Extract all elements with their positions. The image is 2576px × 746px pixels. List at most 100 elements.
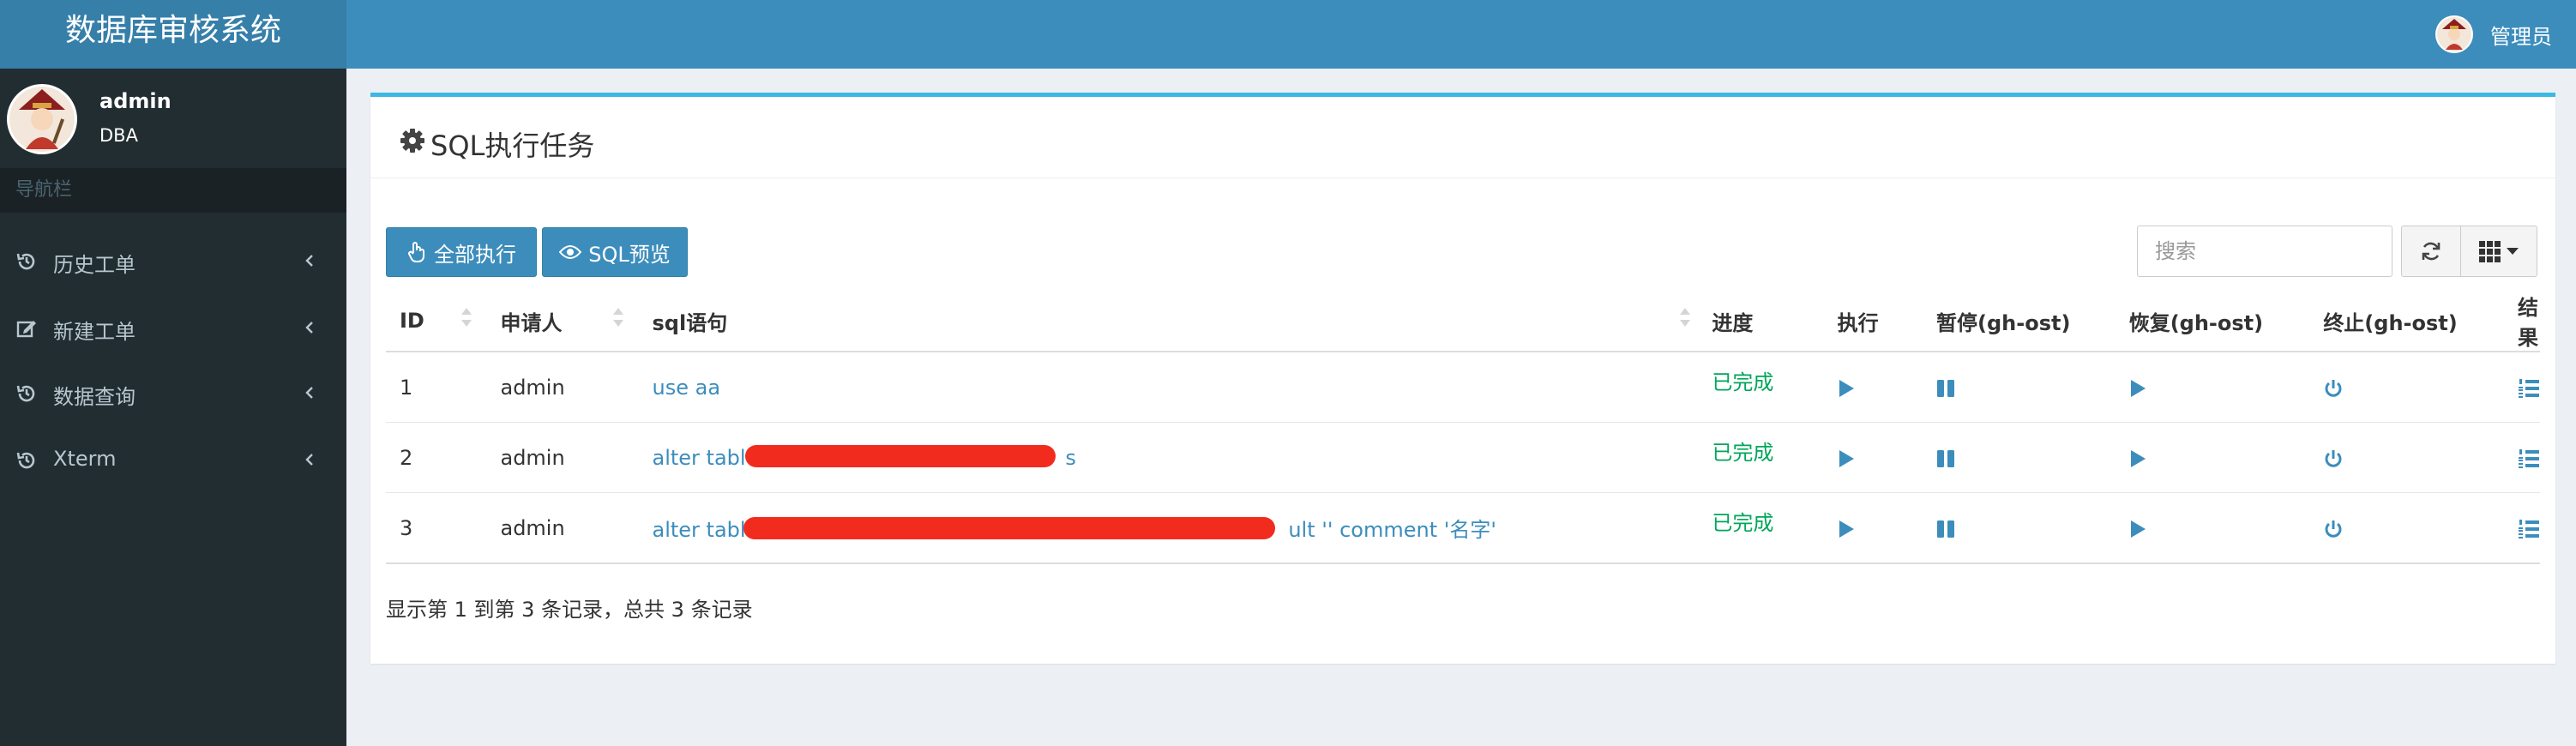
column-header-execute: 执行 xyxy=(1823,291,1923,352)
column-header-resume: 恢复(gh-ost) xyxy=(2115,291,2310,352)
cell-resume xyxy=(2115,422,2310,493)
top-navbar: 数据库审核系统 管理员 xyxy=(0,0,2576,69)
list-ol-icon[interactable] xyxy=(2518,448,2540,469)
user-avatar[interactable] xyxy=(2435,15,2473,53)
column-header-progress: 进度 xyxy=(1698,291,1824,352)
hand-pointer-icon xyxy=(408,242,424,262)
sidebar-item-label: 新建工单 xyxy=(53,320,135,344)
sort-icon[interactable] xyxy=(461,308,472,328)
cell-execute xyxy=(1823,422,1923,493)
power-icon[interactable] xyxy=(2323,448,2344,469)
search-input[interactable] xyxy=(2137,226,2392,277)
power-icon[interactable] xyxy=(2323,519,2344,539)
table-row: 1 admin use aa 已完成 xyxy=(386,352,2540,423)
status-badge: 已完成 xyxy=(1712,370,1774,394)
status-badge: 已完成 xyxy=(1712,441,1774,465)
panel-header: SQL执行任务 xyxy=(370,97,2555,178)
sidebar-item-label: 历史工单 xyxy=(53,253,135,277)
cell-sql[interactable]: use aa xyxy=(638,352,1699,423)
app-logo-title[interactable]: 数据库审核系统 xyxy=(0,0,346,69)
cell-id: 3 xyxy=(386,492,487,564)
run-all-button[interactable]: 全部执行 xyxy=(386,227,537,277)
history-icon xyxy=(16,253,35,270)
cell-pause xyxy=(1923,492,2116,564)
cell-pause xyxy=(1923,352,2116,423)
profile-role: DBA xyxy=(99,125,138,146)
table-row: 3 admin alter table ult '' comment '名字' 已… xyxy=(386,492,2540,564)
play-icon[interactable] xyxy=(2129,379,2146,398)
chevron-left-icon xyxy=(305,387,313,399)
cell-progress: 已完成 xyxy=(1698,422,1824,493)
cell-pause xyxy=(1923,422,2116,493)
history-icon xyxy=(16,385,35,402)
sidebar-item-label: 数据查询 xyxy=(53,385,135,409)
sql-statement-link[interactable]: alter table s xyxy=(653,444,1076,470)
refresh-button[interactable] xyxy=(2401,226,2461,277)
history-icon xyxy=(16,452,35,469)
cell-resume xyxy=(2115,492,2310,564)
cell-id: 2 xyxy=(386,422,487,493)
play-icon[interactable] xyxy=(1838,379,1855,398)
cell-stop xyxy=(2309,422,2504,493)
cell-progress: 已完成 xyxy=(1698,492,1824,564)
cell-result xyxy=(2504,492,2540,564)
sidebar-item-new-ticket[interactable]: 新建工单 xyxy=(0,295,346,360)
pause-icon[interactable] xyxy=(1936,378,1955,399)
list-ol-icon[interactable] xyxy=(2518,378,2540,399)
user-panel: admin DBA xyxy=(0,69,346,168)
sort-icon[interactable] xyxy=(1679,308,1690,328)
pagination-info: 显示第 1 到第 3 条记录，总共 3 条记录 xyxy=(386,598,753,622)
refresh-icon xyxy=(2422,242,2441,261)
cell-result xyxy=(2504,422,2540,493)
chevron-left-icon xyxy=(305,454,313,466)
column-header-sql[interactable]: sql语句 xyxy=(638,291,1699,352)
list-ol-icon[interactable] xyxy=(2518,519,2540,539)
profile-name: admin xyxy=(99,89,172,113)
cell-sql[interactable]: alter table s xyxy=(638,422,1699,493)
caret-down-icon xyxy=(2507,248,2519,255)
sql-statement-link[interactable]: alter table ult '' comment '名字' xyxy=(653,517,1496,542)
gear-icon xyxy=(400,129,424,153)
table-header-row: ID 申请人 sql语句 进度 执行 暂停(gh-ost) 恢复(gh-ost)… xyxy=(386,291,2540,352)
chevron-left-icon xyxy=(305,322,313,334)
power-icon[interactable] xyxy=(2323,378,2344,399)
cell-sql[interactable]: alter table ult '' comment '名字' xyxy=(638,492,1699,564)
cell-applicant: admin xyxy=(486,352,639,423)
header-username[interactable]: 管理员 xyxy=(2490,20,2552,50)
sidebar-item-history[interactable]: 历史工单 xyxy=(0,228,346,293)
sql-preview-button[interactable]: SQL预览 xyxy=(542,227,688,277)
sidebar-item-label: Xterm xyxy=(53,447,117,471)
cell-stop xyxy=(2309,492,2504,564)
sidebar: admin DBA 导航栏 历史工单 新建工单 数据查询 Xterm xyxy=(0,69,346,746)
chevron-left-icon xyxy=(305,255,313,267)
cell-execute xyxy=(1823,492,1923,564)
sql-preview-label: SQL预览 xyxy=(588,242,671,267)
cell-execute xyxy=(1823,352,1923,423)
cell-resume xyxy=(2115,352,2310,423)
sidebar-item-data-query[interactable]: 数据查询 xyxy=(0,360,346,425)
column-header-id[interactable]: ID xyxy=(386,291,487,352)
sort-icon[interactable] xyxy=(613,308,624,328)
cell-applicant: admin xyxy=(486,492,639,564)
columns-toggle-button[interactable] xyxy=(2460,226,2537,277)
cell-id: 1 xyxy=(386,352,487,423)
play-icon[interactable] xyxy=(2129,449,2146,468)
cell-stop xyxy=(2309,352,2504,423)
play-icon[interactable] xyxy=(1838,520,1855,538)
pause-icon[interactable] xyxy=(1936,448,1955,469)
column-header-applicant[interactable]: 申请人 xyxy=(486,291,639,352)
sidebar-item-xterm[interactable]: Xterm xyxy=(0,427,346,492)
column-header-stop: 终止(gh-ost) xyxy=(2309,291,2504,352)
avatar xyxy=(7,84,77,154)
sql-statement-link[interactable]: use aa xyxy=(653,376,721,400)
column-header-pause: 暂停(gh-ost) xyxy=(1923,291,2116,352)
play-icon[interactable] xyxy=(2129,520,2146,538)
redaction-mark xyxy=(744,444,1056,467)
play-icon[interactable] xyxy=(1838,449,1855,468)
user-menu[interactable]: 管理员 xyxy=(2435,0,2552,69)
page-title: SQL执行任务 xyxy=(430,129,595,162)
sql-task-panel: SQL执行任务 全部执行 SQL预览 搜索 ID 申请人 sql语句 进度 执行… xyxy=(370,93,2555,664)
pause-icon[interactable] xyxy=(1936,519,1955,539)
column-header-result: 结果 xyxy=(2504,291,2540,352)
nav-header: 导航栏 xyxy=(0,168,346,213)
